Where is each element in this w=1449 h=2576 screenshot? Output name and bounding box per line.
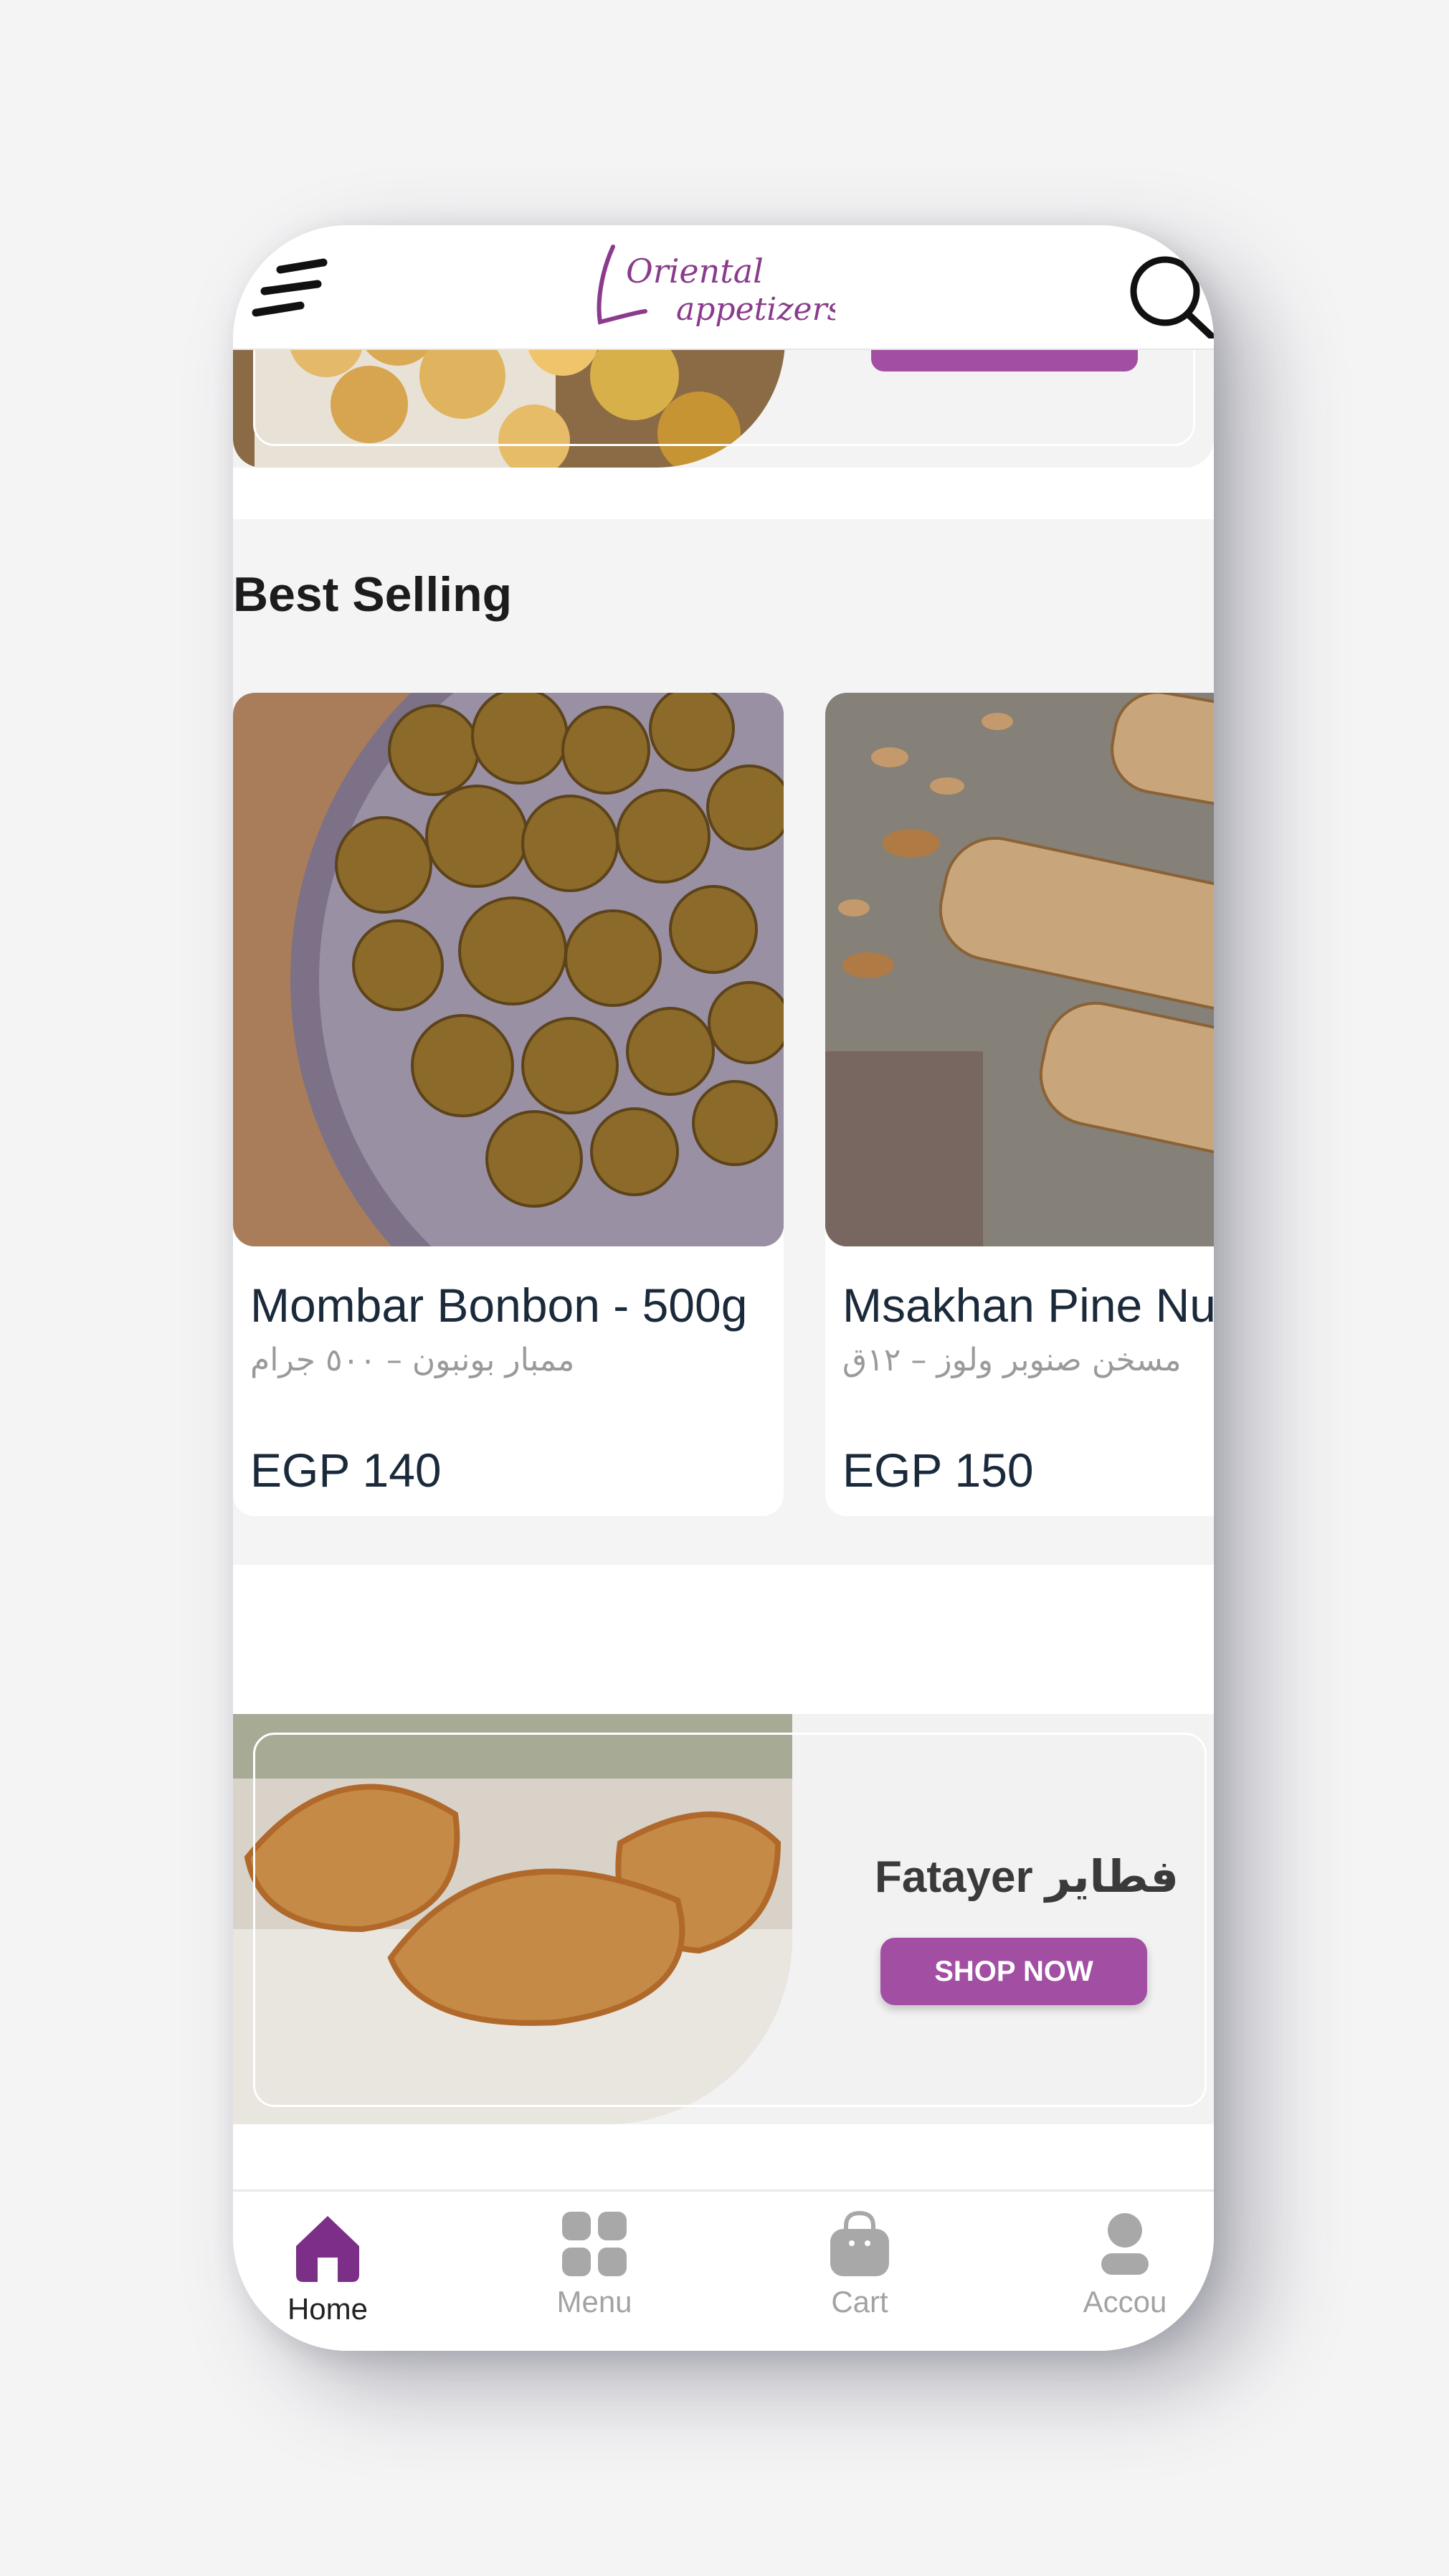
brand-logo[interactable]: Oriental appetizers <box>592 232 843 340</box>
product-image <box>825 693 1214 1246</box>
tab-label: Accou <box>1083 2285 1167 2319</box>
tab-home[interactable]: Home <box>242 2202 414 2345</box>
tab-label: Menu <box>556 2285 632 2319</box>
tab-cart[interactable]: Cart <box>774 2202 946 2345</box>
home-icon <box>296 2216 359 2282</box>
user-icon <box>1101 2213 1149 2275</box>
product-price: EGP 150 <box>842 1444 1034 1497</box>
svg-text:appetizers: appetizers <box>676 291 835 328</box>
home-content[interactable]: Best Selling Mombar Bonbon - 500g ممبار … <box>233 349 1214 2192</box>
svg-text:Oriental: Oriental <box>626 252 764 290</box>
banner-frame <box>253 1733 1207 2107</box>
promo-title: Fatayer فطاير <box>875 1852 1179 1902</box>
best-selling-section: Best Selling Mombar Bonbon - 500g ممبار … <box>233 519 1214 1565</box>
bottom-tab-bar: Home Menu Cart Accou <box>233 2189 1214 2351</box>
section-title: Best Selling <box>233 567 513 622</box>
promo-banner-fatayer[interactable]: Fatayer فطاير SHOP NOW <box>233 1714 1214 2124</box>
product-name: Mombar Bonbon - 500g <box>250 1279 748 1332</box>
product-image <box>233 693 784 1246</box>
shopping-bag-icon <box>830 2210 889 2276</box>
tab-label: Home <box>287 2292 369 2326</box>
app-header: Oriental appetizers <box>233 225 1214 350</box>
tab-label: Cart <box>831 2285 888 2319</box>
promo-banner-top[interactable] <box>233 349 1214 468</box>
product-card[interactable]: Mombar Bonbon - 500g ممبار بونبون – ٥٠٠ … <box>233 693 784 1516</box>
banner-frame <box>253 349 1195 446</box>
search-icon[interactable] <box>1122 247 1214 342</box>
product-name-arabic: مسخن صنوبر ولوز – ١٢ق <box>842 1342 1182 1378</box>
product-name-arabic: ممبار بونبون – ٥٠٠ جرام <box>250 1342 575 1378</box>
tab-menu[interactable]: Menu <box>508 2202 680 2345</box>
menu-icon[interactable] <box>252 254 331 326</box>
shop-now-button[interactable]: SHOP NOW <box>880 1938 1147 2005</box>
grid-icon <box>562 2212 627 2276</box>
tab-account[interactable]: Accou <box>1039 2202 1211 2345</box>
phone-frame: Oriental appetizers Best Selling Mombar … <box>233 225 1214 2351</box>
product-name: Msakhan Pine Nu <box>842 1279 1214 1332</box>
product-card[interactable]: Msakhan Pine Nu مسخن صنوبر ولوز – ١٢ق EG… <box>825 693 1214 1516</box>
product-price: EGP 140 <box>250 1444 442 1497</box>
